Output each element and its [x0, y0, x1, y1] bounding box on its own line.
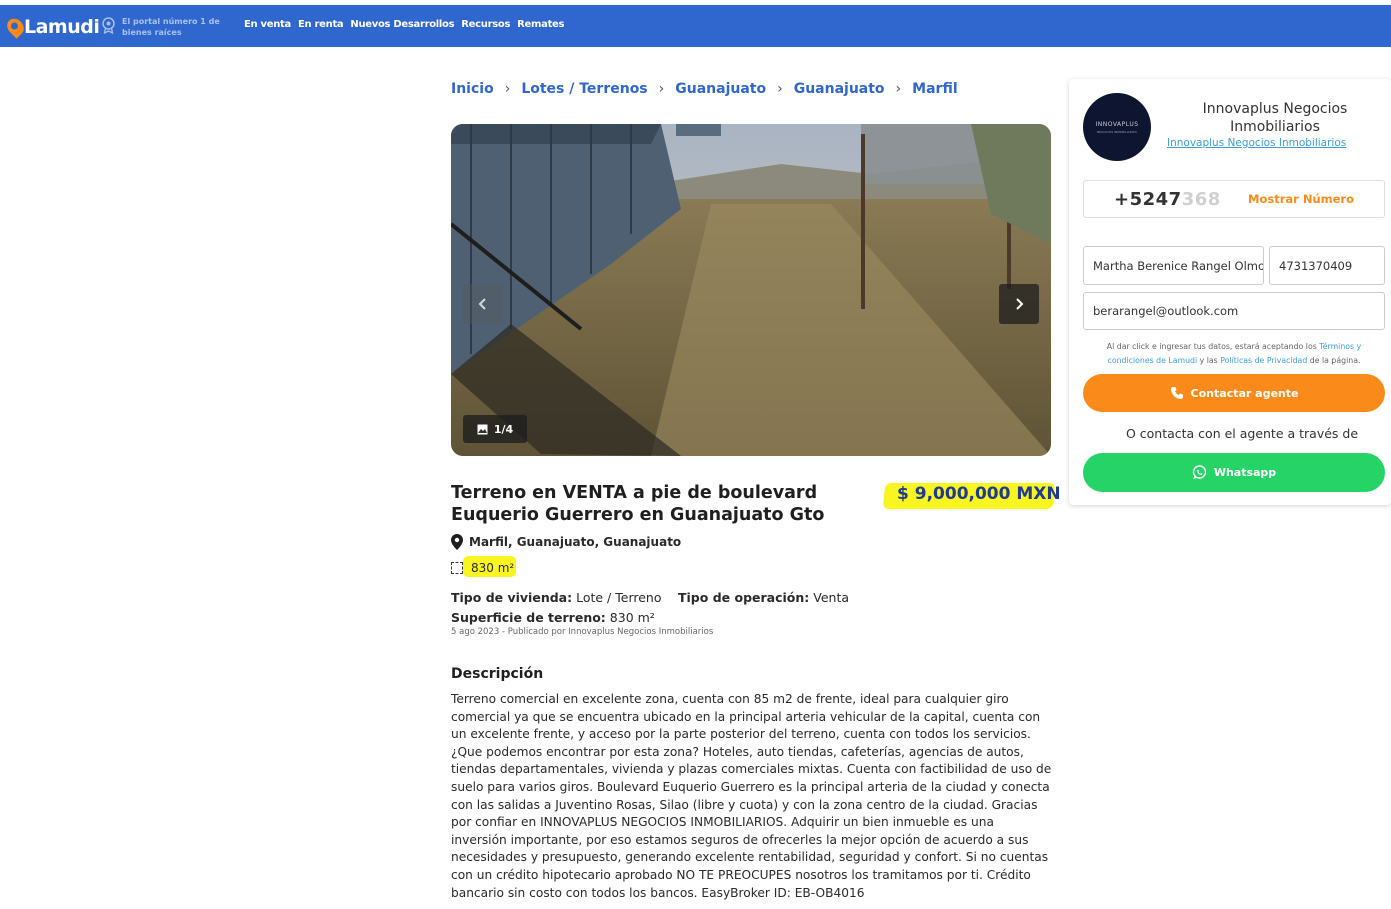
image-icon — [477, 424, 488, 434]
terms-mid: y las — [1197, 356, 1221, 365]
breadcrumb-inicio[interactable]: Inicio — [451, 81, 494, 97]
phone-icon — [1170, 387, 1183, 399]
type-label: Tipo de vivienda: — [451, 590, 573, 605]
show-number-button[interactable]: Mostrar Número — [1248, 192, 1354, 206]
breadcrumb-neighborhood[interactable]: Marfil — [912, 81, 957, 97]
agency-name: Innovaplus Negocios Inmobiliarios — [1202, 101, 1348, 135]
agency-logo-subtext: NEGOCIOS INMOBILIARIOS — [1097, 129, 1137, 134]
agency-logo-text: INNOVAPLUS — [1095, 120, 1139, 128]
privacy-link[interactable]: Políticas de Privacidad — [1220, 356, 1307, 365]
agent-phone-partial: +5247368 — [1114, 189, 1221, 210]
breadcrumb-lotes-terrenos[interactable]: Lotes / Terrenos — [521, 81, 647, 97]
nav-nuevos-desarrollos[interactable]: Nuevos Desarrollos — [350, 19, 454, 30]
area-text: 830 m² — [471, 561, 515, 575]
terms-post: de la página. — [1307, 356, 1361, 365]
phone-faded-digits: 368 — [1181, 188, 1221, 210]
nav-en-venta[interactable]: En venta — [244, 19, 291, 30]
chevron-left-icon — [478, 298, 486, 310]
chevron-right-icon: › — [895, 81, 902, 97]
terms-notice: Al dar click e ingresar tus datos, estar… — [1093, 340, 1375, 368]
award-badge-icon — [102, 17, 115, 34]
photo-counter-text: 1/4 — [493, 422, 514, 436]
lamudi-logo[interactable]: Lamudi — [3, 14, 100, 40]
chevron-right-icon: › — [504, 81, 511, 97]
phone-field[interactable]: 4731370409 — [1269, 246, 1385, 285]
published-info: 5 ago 2023 - Publicado por Innovaplus Ne… — [451, 627, 714, 637]
description-text: Terreno comercial en excelente zona, cue… — [451, 692, 1052, 900]
brand-name: Lamudi — [24, 16, 100, 38]
chevron-right-icon: › — [777, 81, 783, 97]
listing-title: Terreno en VENTA a pie de boulevard Euqu… — [451, 483, 825, 525]
phone-reveal-box: +5247368 Mostrar Número — [1083, 180, 1385, 218]
listing-area: 830 m² — [451, 561, 514, 575]
agency-logo[interactable]: INNOVAPLUS NEGOCIOS INMOBILIARIOS — [1083, 93, 1151, 161]
agency-profile-link[interactable]: Innovaplus Negocios Inmobiliarios — [1167, 137, 1346, 149]
nav-en-renta[interactable]: En renta — [298, 19, 344, 30]
land-value: 830 m² — [609, 610, 655, 625]
site-header: Lamudi El portal número 1 de bienes raíc… — [0, 5, 1391, 47]
whatsapp-label: Whatsapp — [1213, 466, 1277, 479]
whatsapp-icon — [1192, 465, 1207, 479]
main-nav: En venta En renta Nuevos Desarrollos Rec… — [244, 19, 571, 30]
location-text: Marfil, Guanajuato, Guanajuato — [469, 535, 682, 549]
contact-agent-button[interactable]: Contactar agente — [1083, 374, 1385, 412]
operation-value: Venta — [813, 590, 850, 605]
contact-via-text: O contacta con el agente a través de — [1125, 426, 1359, 441]
type-value: Lote / Terreno — [576, 590, 662, 605]
location-pin-icon — [451, 534, 463, 550]
gallery-prev-button[interactable] — [463, 284, 503, 324]
name-field[interactable]: Martha Berenice Rangel Olmos — [1083, 246, 1264, 285]
listing-location: Marfil, Guanajuato, Guanajuato — [451, 534, 681, 550]
chevron-right-icon: › — [658, 81, 665, 97]
property-photo — [451, 124, 1051, 456]
slogan: El portal número 1 de bienes raíces — [122, 17, 220, 37]
breadcrumb-city[interactable]: Guanajuato — [794, 81, 885, 97]
listing-price: $ 9,000,000 MXN — [897, 484, 1061, 504]
description-heading: Descripción — [451, 666, 544, 682]
breadcrumb: Inicio › Lotes / Terrenos › Guanajuato ›… — [451, 81, 958, 97]
nav-remates[interactable]: Remates — [517, 19, 564, 30]
chevron-right-icon — [1016, 298, 1024, 310]
land-label: Superficie de terreno: — [451, 610, 606, 625]
specs-left: Tipo de vivienda: Lote / Terreno Superfi… — [451, 588, 661, 628]
whatsapp-button[interactable]: Whatsapp — [1083, 453, 1385, 492]
phone-visible-digits: +5247 — [1114, 188, 1182, 210]
specs-right: Tipo de operación: Venta — [678, 588, 849, 608]
gallery-next-button[interactable] — [999, 284, 1039, 324]
area-icon — [451, 562, 463, 574]
nav-recursos[interactable]: Recursos — [461, 19, 510, 30]
email-field[interactable]: berarangel@outlook.com — [1083, 292, 1385, 330]
contact-agent-label: Contactar agente — [1190, 386, 1299, 400]
photo-counter[interactable]: 1/4 — [463, 415, 527, 443]
breadcrumb-state[interactable]: Guanajuato — [675, 81, 766, 97]
operation-label: Tipo de operación: — [678, 590, 810, 605]
photo-gallery[interactable] — [451, 124, 1051, 456]
terms-pre: Al dar click e ingresar tus datos, estar… — [1106, 342, 1320, 351]
